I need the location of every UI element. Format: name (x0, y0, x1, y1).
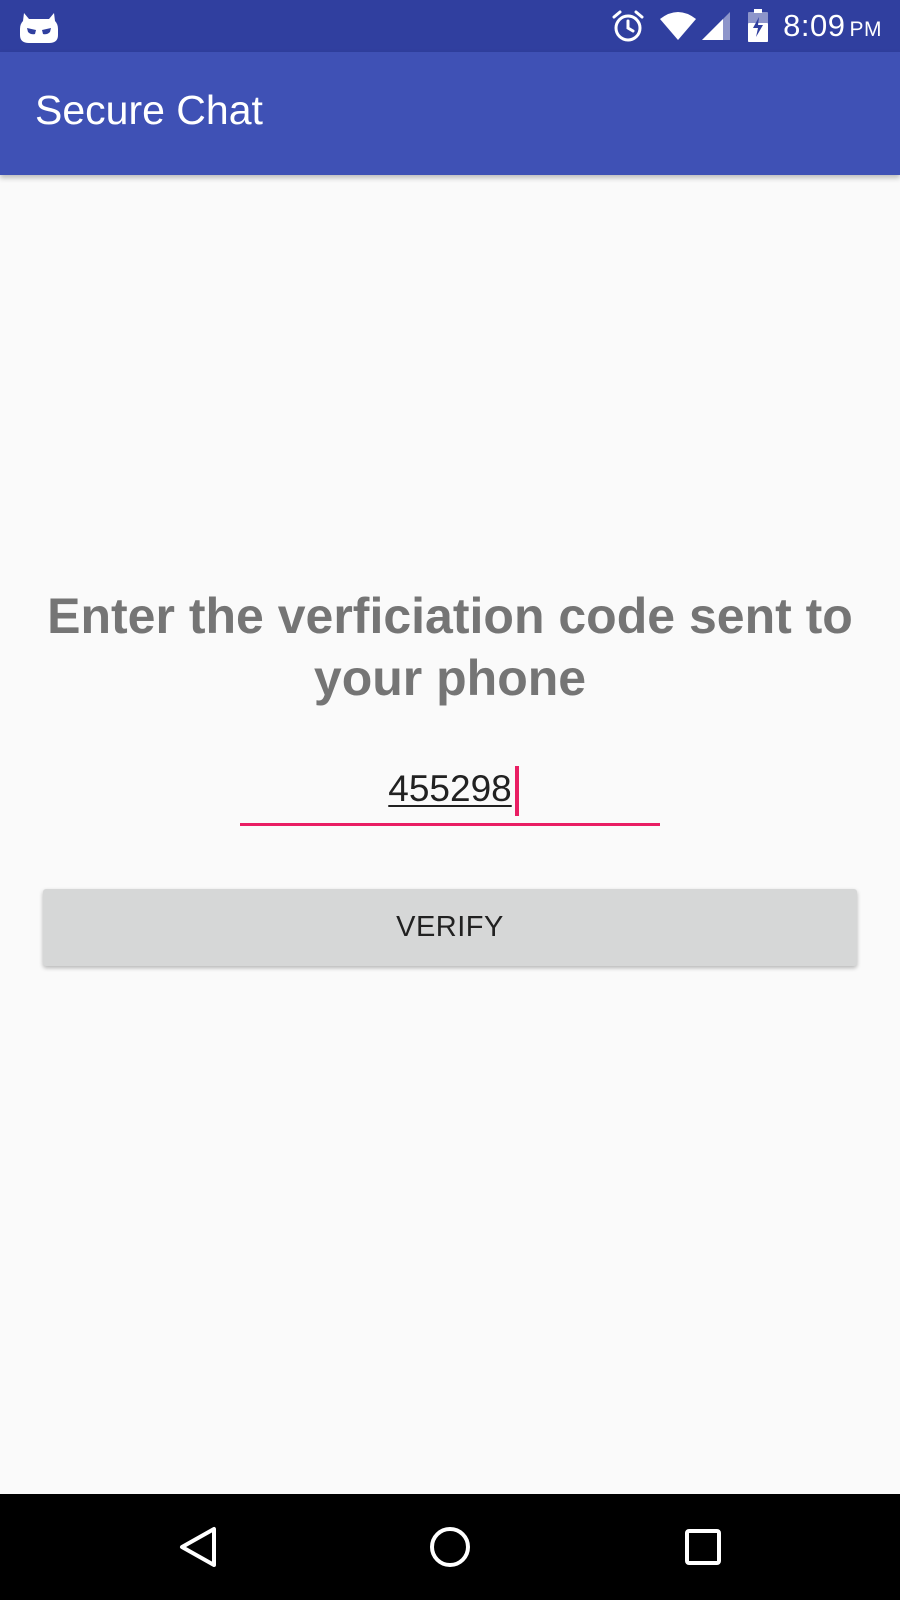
back-icon (180, 1527, 216, 1567)
recents-button[interactable] (675, 1519, 731, 1575)
battery-charging-icon (748, 9, 769, 42)
text-cursor (515, 766, 519, 816)
home-button[interactable] (422, 1519, 478, 1575)
verification-code-input[interactable] (240, 760, 660, 818)
alarm-icon (612, 10, 644, 42)
recents-icon (685, 1529, 721, 1565)
app-title: Secure Chat (35, 87, 263, 133)
status-icons: 8:09 PM (611, 0, 882, 52)
home-icon (430, 1527, 470, 1567)
navigation-bar (0, 1494, 900, 1600)
back-button[interactable] (170, 1519, 226, 1575)
wifi-icon (660, 12, 697, 40)
status-bar: 8:09 PM (0, 0, 900, 52)
verification-prompt: Enter the verficiation code sent to your… (47, 588, 853, 706)
verification-code-field[interactable] (240, 760, 660, 826)
status-clock: 8:09 PM (783, 8, 882, 43)
cell-signal-icon (702, 12, 731, 40)
verify-button[interactable]: VERIFY (43, 889, 857, 966)
app-bar: Secure Chat (0, 52, 900, 175)
cyanogenmod-icon (20, 13, 58, 43)
